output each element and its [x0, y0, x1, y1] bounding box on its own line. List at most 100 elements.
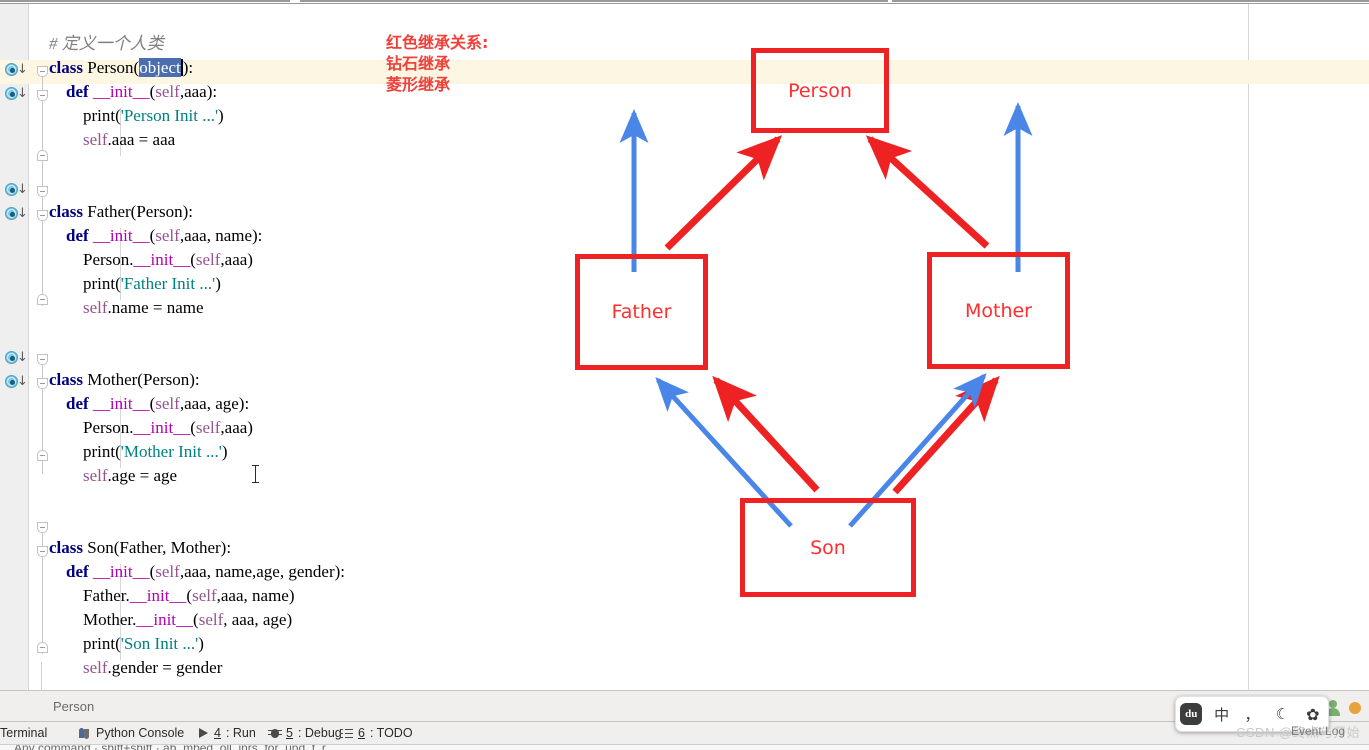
- code-line[interactable]: [49, 152, 345, 176]
- code-editor[interactable]: ↓ ↓ ↓ ↓ ↓ ↓: [0, 4, 1369, 690]
- code-line[interactable]: [49, 344, 345, 368]
- fold-handle-son-class[interactable]: [37, 522, 48, 533]
- code-token: class: [49, 202, 83, 221]
- gutter-marker-mother-class[interactable]: ↓: [5, 351, 27, 365]
- code-token: self: [199, 610, 224, 629]
- gutter-marker-mother-init[interactable]: ↓: [5, 375, 27, 389]
- fold-handle-son-end[interactable]: [37, 642, 48, 653]
- code-token: .aaa = aaa: [108, 130, 176, 149]
- code-token: print(: [49, 274, 121, 293]
- code-line[interactable]: # 定义一个人类: [49, 32, 345, 56]
- edge-mother-to-person: [870, 139, 987, 246]
- node-label-mother: Mother: [965, 300, 1032, 322]
- code-line[interactable]: self.age = age: [49, 464, 345, 488]
- fold-handle-father-init[interactable]: [37, 210, 48, 221]
- code-token: [49, 298, 83, 317]
- code-line[interactable]: Mother.__init__(self, aaa, age): [49, 608, 345, 632]
- code-line[interactable]: print('Father Init ...'): [49, 272, 345, 296]
- fold-handle-person-init[interactable]: [37, 90, 48, 101]
- code-token: self: [155, 226, 180, 245]
- fold-handle-person-end[interactable]: [37, 150, 48, 161]
- tool-window-mnemonic: 4: [214, 726, 221, 740]
- tool-window-bar[interactable]: Terminal Python Console 4: Run 5: Debug6: T…: [0, 721, 1369, 744]
- breadcrumb-divider: [41, 662, 42, 691]
- code-token: ,aaa, name): [217, 586, 295, 605]
- code-line[interactable]: self.gender = gender: [49, 656, 345, 680]
- tool-window-label: Terminal: [0, 726, 47, 740]
- code-line[interactable]: print('Person Init ...'): [49, 104, 345, 128]
- fold-handle-person-class[interactable]: [37, 66, 48, 77]
- fold-handle-son-init[interactable]: [37, 546, 48, 557]
- code-line[interactable]: self.aaa = aaa: [49, 128, 345, 152]
- code-token: , aaa, age): [223, 610, 292, 629]
- code-line[interactable]: [49, 320, 345, 344]
- code-line[interactable]: class Son(Father, Mother):: [49, 536, 345, 560]
- code-line[interactable]: def __init__(self,aaa, name):: [49, 224, 345, 248]
- code-token: def: [66, 394, 89, 413]
- code-line[interactable]: [49, 176, 345, 200]
- fold-handle-father-end[interactable]: [37, 294, 48, 305]
- code-token: __init__: [93, 562, 150, 581]
- fold-handle-father-class[interactable]: [37, 186, 48, 197]
- code-token: Mother(Person):: [83, 370, 200, 389]
- code-token: 'Father Init ...': [121, 274, 215, 293]
- fold-handle-mother-init[interactable]: [37, 378, 48, 389]
- gutter-marker-person-class[interactable]: ↓: [5, 63, 27, 77]
- gutter-marker-person-init[interactable]: ↓: [5, 87, 27, 101]
- code-token: 'Mother Init ...': [121, 442, 222, 461]
- code-token: [49, 658, 83, 677]
- code-line[interactable]: Person.__init__(self,aaa): [49, 248, 345, 272]
- code-token: ,aaa): [220, 418, 253, 437]
- breadcrumb[interactable]: Person: [53, 699, 94, 714]
- code-token: Person(: [83, 58, 139, 77]
- code-token: ): [198, 634, 204, 653]
- tool-window-button-run[interactable]: 4: Run: [196, 726, 256, 740]
- code-token: [49, 394, 66, 413]
- annotation-line-3: 菱形继承: [386, 75, 450, 94]
- event-log-label[interactable]: Event Log: [1291, 724, 1345, 738]
- edge-son-to-mother: [895, 380, 996, 492]
- source-code[interactable]: # 定义一个人类class Person(object): def __init…: [49, 32, 345, 680]
- todo-icon: [340, 727, 353, 740]
- code-token: Person.: [49, 418, 134, 437]
- tool-window-button-terminal[interactable]: Terminal: [0, 726, 47, 740]
- tool-window-button-todo[interactable]: 6: TODO: [340, 726, 413, 740]
- ime-logo-button[interactable]: du: [1176, 697, 1206, 731]
- code-token: ): [215, 274, 221, 293]
- code-line[interactable]: class Person(object):: [49, 56, 345, 80]
- code-token: class: [49, 58, 83, 77]
- tool-window-button-debug[interactable]: 5: Debug: [268, 726, 342, 740]
- python-icon: [78, 727, 91, 740]
- code-token: __init__: [136, 610, 193, 629]
- tray-sun-icon[interactable]: [1349, 702, 1361, 714]
- code-line[interactable]: Father.__init__(self,aaa, name): [49, 584, 345, 608]
- fold-handle-mother-end[interactable]: [37, 450, 48, 461]
- code-line[interactable]: def __init__(self,aaa, age):: [49, 392, 345, 416]
- code-line[interactable]: print('Mother Init ...'): [49, 440, 345, 464]
- edge-son-to-father-blue: [658, 380, 791, 526]
- code-line[interactable]: class Father(Person):: [49, 200, 345, 224]
- code-token: Person.: [49, 250, 134, 269]
- code-token: .gender = gender: [108, 658, 223, 677]
- code-line[interactable]: class Mother(Person):: [49, 368, 345, 392]
- code-line[interactable]: self.name = name: [49, 296, 345, 320]
- code-token: __init__: [130, 586, 187, 605]
- editor-gutter[interactable]: [0, 4, 29, 690]
- gutter-marker-father-init[interactable]: ↓: [5, 207, 27, 221]
- fold-handle-mother-class[interactable]: [37, 354, 48, 365]
- code-line[interactable]: [49, 488, 345, 512]
- ime-language-mode[interactable]: 中: [1206, 697, 1236, 731]
- code-token: ,aaa): [220, 250, 253, 269]
- fold-line: [42, 524, 43, 654]
- code-token: ): [218, 106, 224, 125]
- gutter-marker-father-class[interactable]: ↓: [5, 183, 27, 197]
- code-line[interactable]: def __init__(self,aaa):: [49, 80, 345, 104]
- code-token: 'Son Init ...': [121, 634, 198, 653]
- tool-window-button-python-console[interactable]: Python Console: [78, 726, 184, 740]
- code-line[interactable]: Person.__init__(self,aaa): [49, 416, 345, 440]
- code-line[interactable]: print('Son Init ...'): [49, 632, 345, 656]
- arrow-down-icon: ↓: [17, 375, 28, 388]
- code-line[interactable]: [49, 512, 345, 536]
- code-token: ,aaa, age):: [180, 394, 249, 413]
- code-line[interactable]: def __init__(self,aaa, name,age, gender)…: [49, 560, 345, 584]
